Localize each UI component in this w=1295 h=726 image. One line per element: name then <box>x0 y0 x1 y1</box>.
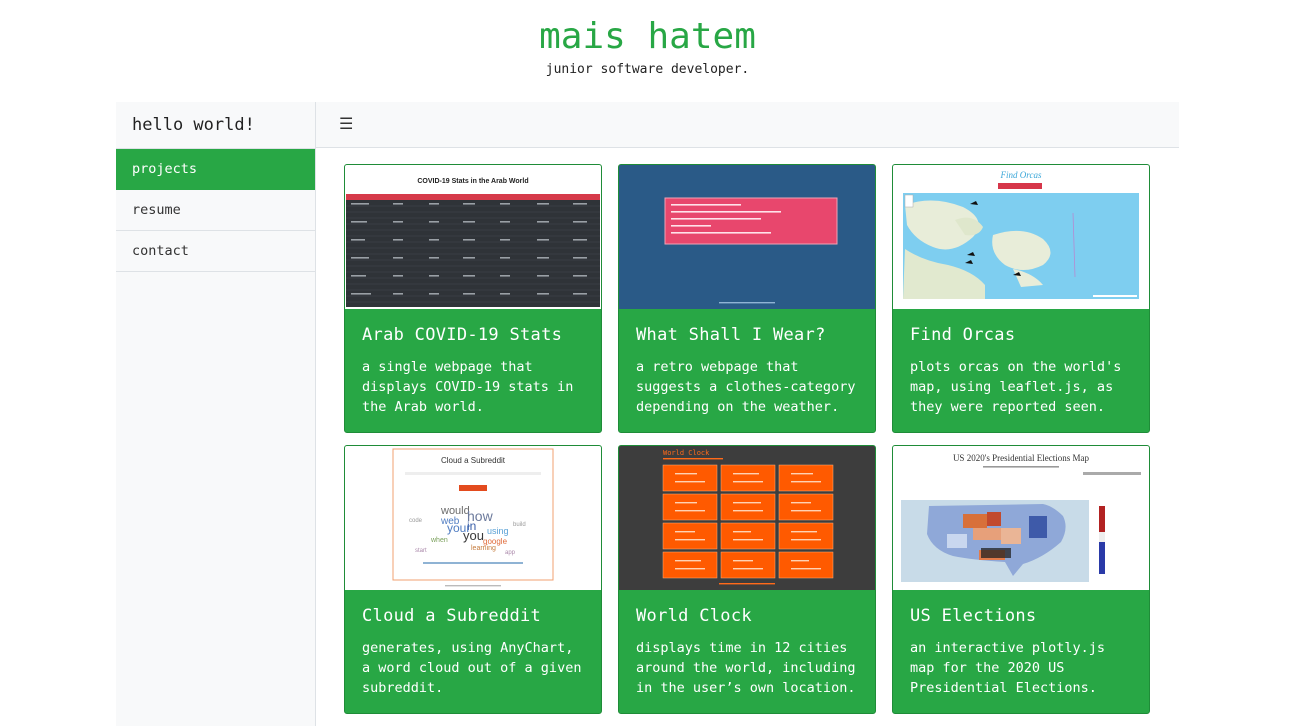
us-elections-map-screenshot: US 2020's Presidential Elections Map <box>901 453 1141 582</box>
card-description: generates, using AnyChart, a word cloud … <box>362 640 582 696</box>
menu-toggle-icon[interactable]: ☰ <box>339 114 353 133</box>
card-description: plots orcas on the world's map, using le… <box>910 359 1122 415</box>
thumb-title: Find Orcas <box>1000 170 1042 180</box>
card-body: Find Orcas plots orcas on the world's ma… <box>893 309 1149 417</box>
sidebar-item-projects[interactable]: projects <box>116 149 315 190</box>
svg-text:build: build <box>513 522 526 528</box>
site-header: mais hatem junior software developer. <box>0 0 1295 86</box>
card-body: US Elections an interactive plotly.js ma… <box>893 590 1149 698</box>
sidebar-item-resume[interactable]: resume <box>116 190 315 231</box>
sidebar-item-contact[interactable]: contact <box>116 231 315 272</box>
project-card-what-shall-i-wear[interactable]: What Shall I Wear? a retro webpage that … <box>618 164 876 433</box>
card-title[interactable]: World Clock <box>636 606 858 626</box>
top-navbar: ☰ <box>316 102 1179 148</box>
card-body: What Shall I Wear? a retro webpage that … <box>619 309 875 417</box>
card-title[interactable]: Find Orcas <box>910 325 1132 345</box>
card-title[interactable]: Cloud a Subreddit <box>362 606 584 626</box>
site-tagline: junior software developer. <box>545 62 750 77</box>
thumb-title: Cloud a Subreddit <box>441 456 506 465</box>
card-description: a retro webpage that suggests a clothes-… <box>636 359 856 415</box>
sidebar: hello world! projects resume contact <box>116 102 316 726</box>
project-thumbnail[interactable]: Find Orcas <box>893 165 1149 309</box>
thumb-title: COVID-19 Stats in the Arab World <box>417 178 528 185</box>
retro-terminal-screenshot <box>664 197 838 304</box>
project-card-arab-covid[interactable]: COVID-19 Stats in the Arab World Arab CO… <box>344 164 602 433</box>
site-title: mais hatem <box>539 16 756 57</box>
thumb-title: World Clock <box>663 449 710 457</box>
thumb-title: US 2020's Presidential Elections Map <box>953 453 1090 463</box>
project-thumbnail[interactable] <box>619 165 875 309</box>
project-thumbnail[interactable]: World Clock <box>619 446 875 590</box>
word-cloud-screenshot: Cloud a Subreddit would how web your in … <box>392 448 554 587</box>
project-card-find-orcas[interactable]: Find Orcas Find Orcas plots orcas on the… <box>892 164 1150 433</box>
covid-table-screenshot: COVID-19 Stats in the Arab World <box>346 178 600 307</box>
orca-map-screenshot: Find Orcas <box>903 170 1139 299</box>
card-title[interactable]: Arab COVID-19 Stats <box>362 325 584 345</box>
svg-text:using: using <box>487 526 509 536</box>
svg-text:you: you <box>463 528 484 543</box>
svg-text:when: when <box>430 537 448 544</box>
svg-text:start: start <box>415 548 427 554</box>
card-description: an interactive plotly.js map for the 202… <box>910 640 1106 696</box>
project-thumbnail[interactable]: Cloud a Subreddit would how web your in … <box>345 446 601 590</box>
world-clock-screenshot: World Clock <box>662 449 834 585</box>
card-description: a single webpage that displays COVID-19 … <box>362 359 574 415</box>
project-card-cloud-a-subreddit[interactable]: Cloud a Subreddit would how web your in … <box>344 445 602 714</box>
svg-text:code: code <box>409 518 423 524</box>
card-title[interactable]: US Elections <box>910 606 1132 626</box>
card-body: Cloud a Subreddit generates, using AnyCh… <box>345 590 601 698</box>
svg-text:learning: learning <box>471 545 496 552</box>
card-body: Arab COVID-19 Stats a single webpage tha… <box>345 309 601 417</box>
project-card-world-clock[interactable]: World Clock World Clock displays time in… <box>618 445 876 714</box>
card-body: World Clock displays time in 12 cities a… <box>619 590 875 698</box>
sidebar-heading: hello world! <box>116 102 315 149</box>
project-thumbnail[interactable]: US 2020's Presidential Elections Map <box>893 446 1149 590</box>
card-description: displays time in 12 cities around the wo… <box>636 640 856 696</box>
project-card-us-elections[interactable]: US 2020's Presidential Elections Map US … <box>892 445 1150 714</box>
card-title[interactable]: What Shall I Wear? <box>636 325 858 345</box>
project-thumbnail[interactable]: COVID-19 Stats in the Arab World <box>345 165 601 309</box>
svg-text:app: app <box>505 550 516 556</box>
